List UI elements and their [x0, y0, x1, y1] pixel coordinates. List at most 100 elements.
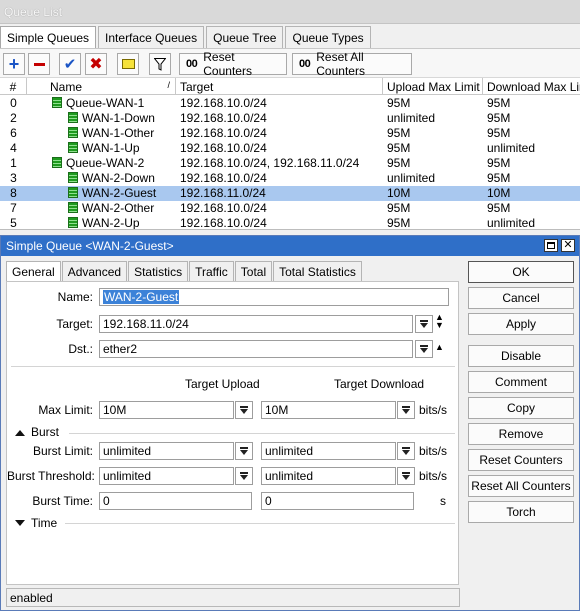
tab-total-statistics[interactable]: Total Statistics: [273, 261, 362, 281]
burst-threshold-download-field[interactable]: unlimited: [261, 467, 396, 485]
separator: [69, 433, 455, 434]
comment-button[interactable]: [117, 53, 139, 75]
add-button[interactable]: +: [3, 53, 25, 75]
cross-icon: ✖: [89, 56, 103, 73]
table-cell-name: WAN-2-Guest: [46, 186, 176, 201]
burst-time-download-field[interactable]: 0: [261, 492, 414, 510]
table-cell-upload: unlimited: [387, 111, 436, 125]
table-cell-upload: unlimited: [387, 171, 436, 185]
target-upload-header: Target Upload: [185, 377, 260, 391]
filter-button[interactable]: [149, 53, 171, 75]
name-field[interactable]: WAN-2-Guest: [99, 288, 449, 306]
max-limit-download-dropdown[interactable]: [397, 401, 415, 419]
status-bar: enabled: [6, 588, 460, 607]
tab-traffic[interactable]: Traffic: [189, 261, 234, 281]
tab-total[interactable]: Total: [234, 261, 273, 281]
table-cell-upload: 10M: [387, 186, 411, 200]
table-cell-id: 5: [10, 216, 17, 230]
target-field[interactable]: 192.168.11.0/24: [99, 315, 413, 333]
enable-button[interactable]: ✔: [59, 53, 81, 75]
table-cell-download: unlimited: [487, 216, 536, 230]
burst-limit-download-dropdown[interactable]: [397, 442, 415, 460]
remove-button[interactable]: [28, 53, 50, 75]
torch-button[interactable]: Torch: [468, 501, 574, 523]
table-cell-target: 192.168.10.0/24: [180, 201, 267, 215]
filter-icon: [154, 57, 166, 71]
tab-queue-types[interactable]: Queue Types: [285, 26, 371, 48]
burst-time-upload-field[interactable]: 0: [99, 492, 252, 510]
table-row[interactable]: 8 WAN-2-Guest 192.168.11.0/24 10M 10M: [0, 186, 580, 201]
dst-up-icon[interactable]: ▲: [435, 342, 444, 352]
burst-threshold-upload-dropdown[interactable]: [235, 467, 253, 485]
target-updown-icon[interactable]: ▲ ▼: [435, 313, 444, 330]
table-cell-upload: 95M: [387, 156, 411, 170]
table-row[interactable]: 5 WAN-2-Up 192.168.10.0/24 95M unlimited: [0, 216, 580, 230]
burst-threshold-unit: bits/s: [419, 469, 448, 483]
table-row[interactable]: 0 Queue-WAN-1 192.168.10.0/24 95M 95M: [0, 96, 580, 111]
queue-icon: [68, 202, 78, 213]
burst-threshold-download-dropdown[interactable]: [397, 467, 415, 485]
table-row[interactable]: 4 WAN-1-Up 192.168.10.0/24 95M unlimited: [0, 141, 580, 156]
cancel-button[interactable]: Cancel: [468, 287, 574, 309]
table-cell-id: 3: [10, 171, 17, 185]
tab-statistics[interactable]: Statistics: [128, 261, 189, 281]
reset-all-counters-button[interactable]: Reset All Counters: [468, 475, 574, 497]
burst-limit-unit: bits/s: [419, 444, 448, 458]
collapse-up-icon: [15, 430, 25, 436]
maximize-button[interactable]: [544, 239, 558, 252]
burst-group-toggle[interactable]: Burst: [15, 425, 59, 439]
ok-button[interactable]: OK: [468, 261, 574, 283]
column-header-download[interactable]: Download Max Limit: [483, 78, 580, 95]
table-cell-target: 192.168.11.0/24: [180, 186, 266, 200]
remove-button[interactable]: Remove: [468, 423, 574, 445]
counter-icon: 00: [186, 58, 198, 70]
copy-button[interactable]: Copy: [468, 397, 574, 419]
column-header-number[interactable]: #: [0, 78, 27, 95]
column-header-name-label: Name: [50, 80, 83, 94]
note-icon: [121, 59, 135, 69]
dst-field[interactable]: ether2: [99, 340, 413, 358]
queue-name: Queue-WAN-2: [66, 156, 145, 170]
table-row[interactable]: 6 WAN-1-Other 192.168.10.0/24 95M 95M: [0, 126, 580, 141]
close-button[interactable]: ✕: [561, 239, 575, 252]
max-limit-upload-dropdown[interactable]: [235, 401, 253, 419]
tab-queue-tree[interactable]: Queue Tree: [206, 26, 284, 48]
target-dropdown[interactable]: [415, 315, 433, 333]
burst-limit-upload-field[interactable]: unlimited: [99, 442, 234, 460]
tab-simple-queues[interactable]: Simple Queues: [0, 26, 97, 49]
max-limit-upload-field[interactable]: 10M: [99, 401, 234, 419]
time-group-toggle[interactable]: Time: [15, 516, 57, 530]
disable-button[interactable]: ✖: [85, 53, 107, 75]
reset-all-counters-button[interactable]: 00 Reset All Counters: [292, 50, 412, 78]
table-cell-name: Queue-WAN-1: [46, 96, 176, 111]
burst-limit-upload-dropdown[interactable]: [235, 442, 253, 460]
apply-button[interactable]: Apply: [468, 313, 574, 335]
table-cell-id: 7: [10, 201, 17, 215]
tab-general[interactable]: General: [6, 261, 61, 281]
table-cell-target: 192.168.10.0/24: [180, 216, 267, 230]
burst-threshold-upload-field[interactable]: unlimited: [99, 467, 234, 485]
queue-icon: [52, 157, 62, 168]
tab-interface-queues[interactable]: Interface Queues: [98, 26, 205, 48]
table-row[interactable]: 3 WAN-2-Down 192.168.10.0/24 unlimited 95M: [0, 171, 580, 186]
column-header-upload[interactable]: Upload Max Limit: [383, 78, 483, 95]
window-titlebar: Queue List: [0, 0, 580, 24]
max-limit-download-field[interactable]: 10M: [261, 401, 396, 419]
dst-label: Dst.:: [68, 342, 93, 356]
table-row[interactable]: 7 WAN-2-Other 192.168.10.0/24 95M 95M: [0, 201, 580, 216]
disable-button[interactable]: Disable: [468, 345, 574, 367]
table-row[interactable]: 1 Queue-WAN-2 192.168.10.0/24, 192.168.11.…: [0, 156, 580, 171]
dst-dropdown[interactable]: [415, 340, 433, 358]
queue-icon: [68, 217, 78, 228]
queue-name: WAN-1-Other: [82, 126, 155, 140]
column-header-name[interactable]: Name /: [46, 78, 176, 95]
comment-button[interactable]: Comment: [468, 371, 574, 393]
reset-counters-button[interactable]: 00 Reset Counters: [179, 50, 287, 78]
queue-name: WAN-2-Up: [82, 216, 140, 230]
reset-counters-button[interactable]: Reset Counters: [468, 449, 574, 471]
table-cell-download: 95M: [487, 201, 511, 215]
column-header-target[interactable]: Target: [176, 78, 383, 95]
burst-limit-download-field[interactable]: unlimited: [261, 442, 396, 460]
table-row[interactable]: 2 WAN-1-Down 192.168.10.0/24 unlimited 95M: [0, 111, 580, 126]
tab-advanced[interactable]: Advanced: [61, 261, 128, 281]
